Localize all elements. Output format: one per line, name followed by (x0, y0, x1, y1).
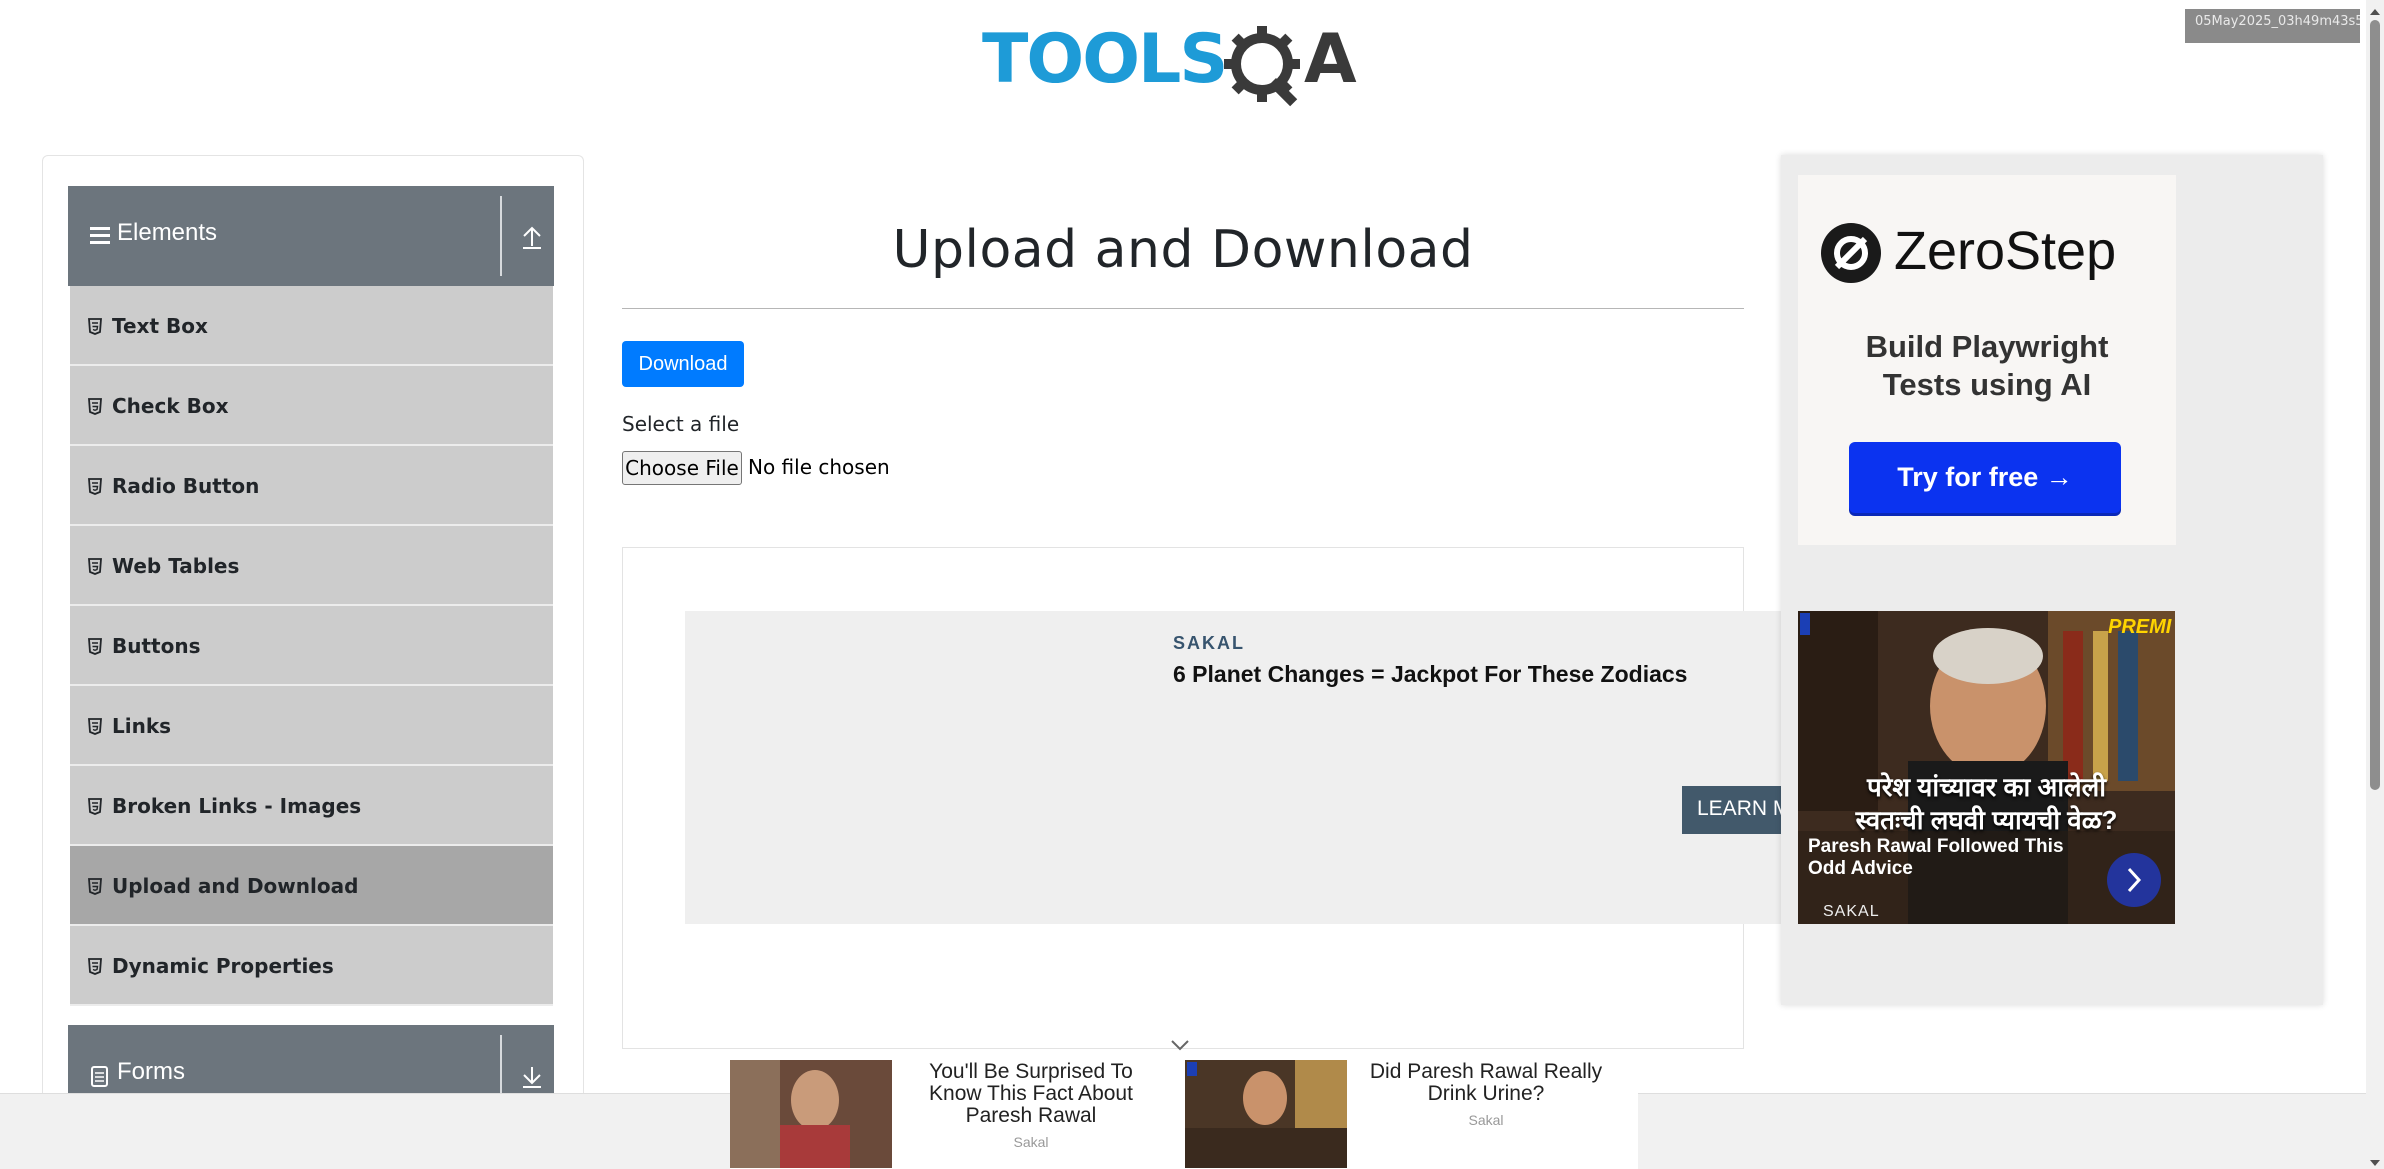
ad-headline[interactable]: 6 Planet Changes = Jackpot For These Zod… (1173, 661, 1687, 688)
menu-item-broken-links[interactable]: Broken Links - Images (70, 766, 553, 846)
menu-item-label: Broken Links - Images (112, 794, 362, 818)
html5-icon (88, 316, 102, 335)
html5-icon (88, 636, 102, 655)
menu-item-web-tables[interactable]: Web Tables (70, 526, 553, 606)
tagline-line-2: Tests using AI (1882, 367, 2092, 402)
menu-item-label: Buttons (112, 634, 201, 658)
sakal-ad-banner[interactable]: SAKAL 6 Planet Changes = Jackpot For The… (685, 611, 1785, 924)
zerostep-tagline: Build Playwright Tests using AI (1798, 328, 2176, 404)
bottom-ad-title[interactable]: Did Paresh Rawal Really Drink Urine? (1367, 1061, 1605, 1105)
ad-thumbnail[interactable] (730, 1060, 892, 1168)
menu-item-label: Links (112, 714, 172, 738)
premium-badge: PREMI (2108, 616, 2172, 638)
ad-source: SAKAL (1173, 633, 1245, 653)
bottom-ad-title[interactable]: You'll Be Surprised To Know This Fact Ab… (912, 1061, 1150, 1127)
bottom-ad-source: Sakal (1013, 1134, 1049, 1150)
logo-text-a: A (1304, 20, 1357, 99)
html5-icon (88, 476, 102, 495)
marathi-line-2: स्वतःची लघवी प्यायची वेळ? (1855, 805, 2118, 835)
menu-item-label: Text Box (112, 314, 208, 338)
group-label-forms: Forms (117, 1058, 185, 1085)
menu-item-dynamic-properties[interactable]: Dynamic Properties (70, 926, 553, 1006)
choose-file-button[interactable]: Choose File (622, 451, 742, 485)
html5-icon (88, 876, 102, 895)
scroll-down-arrow-icon[interactable] (2369, 1155, 2381, 1166)
logo-text-tools: TOOLS (982, 20, 1226, 99)
select-file-label: Select a file (622, 412, 740, 436)
menu-item-radio-button[interactable]: Radio Button (70, 446, 553, 526)
bottom-ad-strip[interactable]: You'll Be Surprised To Know This Fact Ab… (730, 1060, 1638, 1169)
elements-icon (90, 223, 112, 249)
forms-icon (90, 1062, 112, 1088)
menu-item-text-box[interactable]: Text Box (70, 286, 553, 366)
menu-item-label: Web Tables (112, 554, 240, 578)
try-for-free-button[interactable]: Try for free → (1849, 442, 2121, 513)
elements-menu-list: Text Box Check Box Radio Button Web Tabl… (70, 286, 553, 1006)
scrollbar-thumb[interactable] (2370, 20, 2380, 790)
menu-item-links[interactable]: Links (70, 686, 553, 766)
scroll-up-arrow-icon[interactable] (2369, 4, 2381, 15)
ad-source: SAKAL (1823, 903, 1880, 920)
menu-item-label: Radio Button (112, 474, 260, 498)
menu-item-upload-download[interactable]: Upload and Download (70, 846, 553, 926)
menu-item-check-box[interactable]: Check Box (70, 366, 553, 446)
no-file-chosen-text: No file chosen (748, 455, 890, 479)
bottom-ad-source: Sakal (1468, 1112, 1504, 1128)
menu-item-label: Upload and Download (112, 874, 359, 898)
zerostep-logo-icon (1819, 221, 1883, 285)
expand-arrow-icon[interactable] (521, 1063, 543, 1089)
html5-icon (88, 716, 102, 735)
timestamp-label: 05May2025_03h49m43s522543 (2185, 9, 2360, 43)
zerostep-ad[interactable]: ZeroStep Build Playwright Tests using AI… (1798, 175, 2176, 545)
menu-item-buttons[interactable]: Buttons (70, 606, 553, 686)
paresh-rawal-ad[interactable]: PREMI परेश यांच्यावर का आलेली स्वतःची लघ… (1798, 611, 2175, 924)
html5-icon (88, 396, 102, 415)
title-divider (622, 308, 1744, 309)
ad-marathi-headline: परेश यांच्यावर का आलेली स्वतःची लघवी प्य… (1798, 771, 2175, 837)
marathi-line-1: परेश यांच्यावर का आलेली (1866, 772, 2107, 802)
chevron-right-icon[interactable] (2107, 853, 2161, 907)
zerostep-brand: ZeroStep (1894, 221, 2117, 281)
html5-icon (88, 556, 102, 575)
learn-more-button[interactable]: LEARN MORE (1682, 786, 1785, 834)
tagline-line-1: Build Playwright (1865, 329, 2109, 364)
menu-item-label: Dynamic Properties (112, 954, 334, 978)
ad-thumbnail[interactable] (1185, 1060, 1347, 1168)
toolsqa-logo[interactable]: TOOLS A (982, 18, 1382, 114)
html5-icon (88, 956, 102, 975)
html5-icon (88, 796, 102, 815)
group-divider (500, 196, 502, 276)
collapse-arrow-icon[interactable] (521, 224, 543, 250)
group-label-elements: Elements (117, 219, 218, 246)
group-header-elements[interactable]: Elements (68, 186, 554, 286)
download-button[interactable]: Download (622, 341, 744, 387)
menu-item-label: Check Box (112, 394, 229, 418)
ad-caption[interactable]: Paresh Rawal Followed This Odd Advice (1808, 836, 2098, 880)
chevron-down-icon[interactable] (1170, 1038, 1190, 1051)
page-title: Upload and Download (892, 220, 1474, 280)
